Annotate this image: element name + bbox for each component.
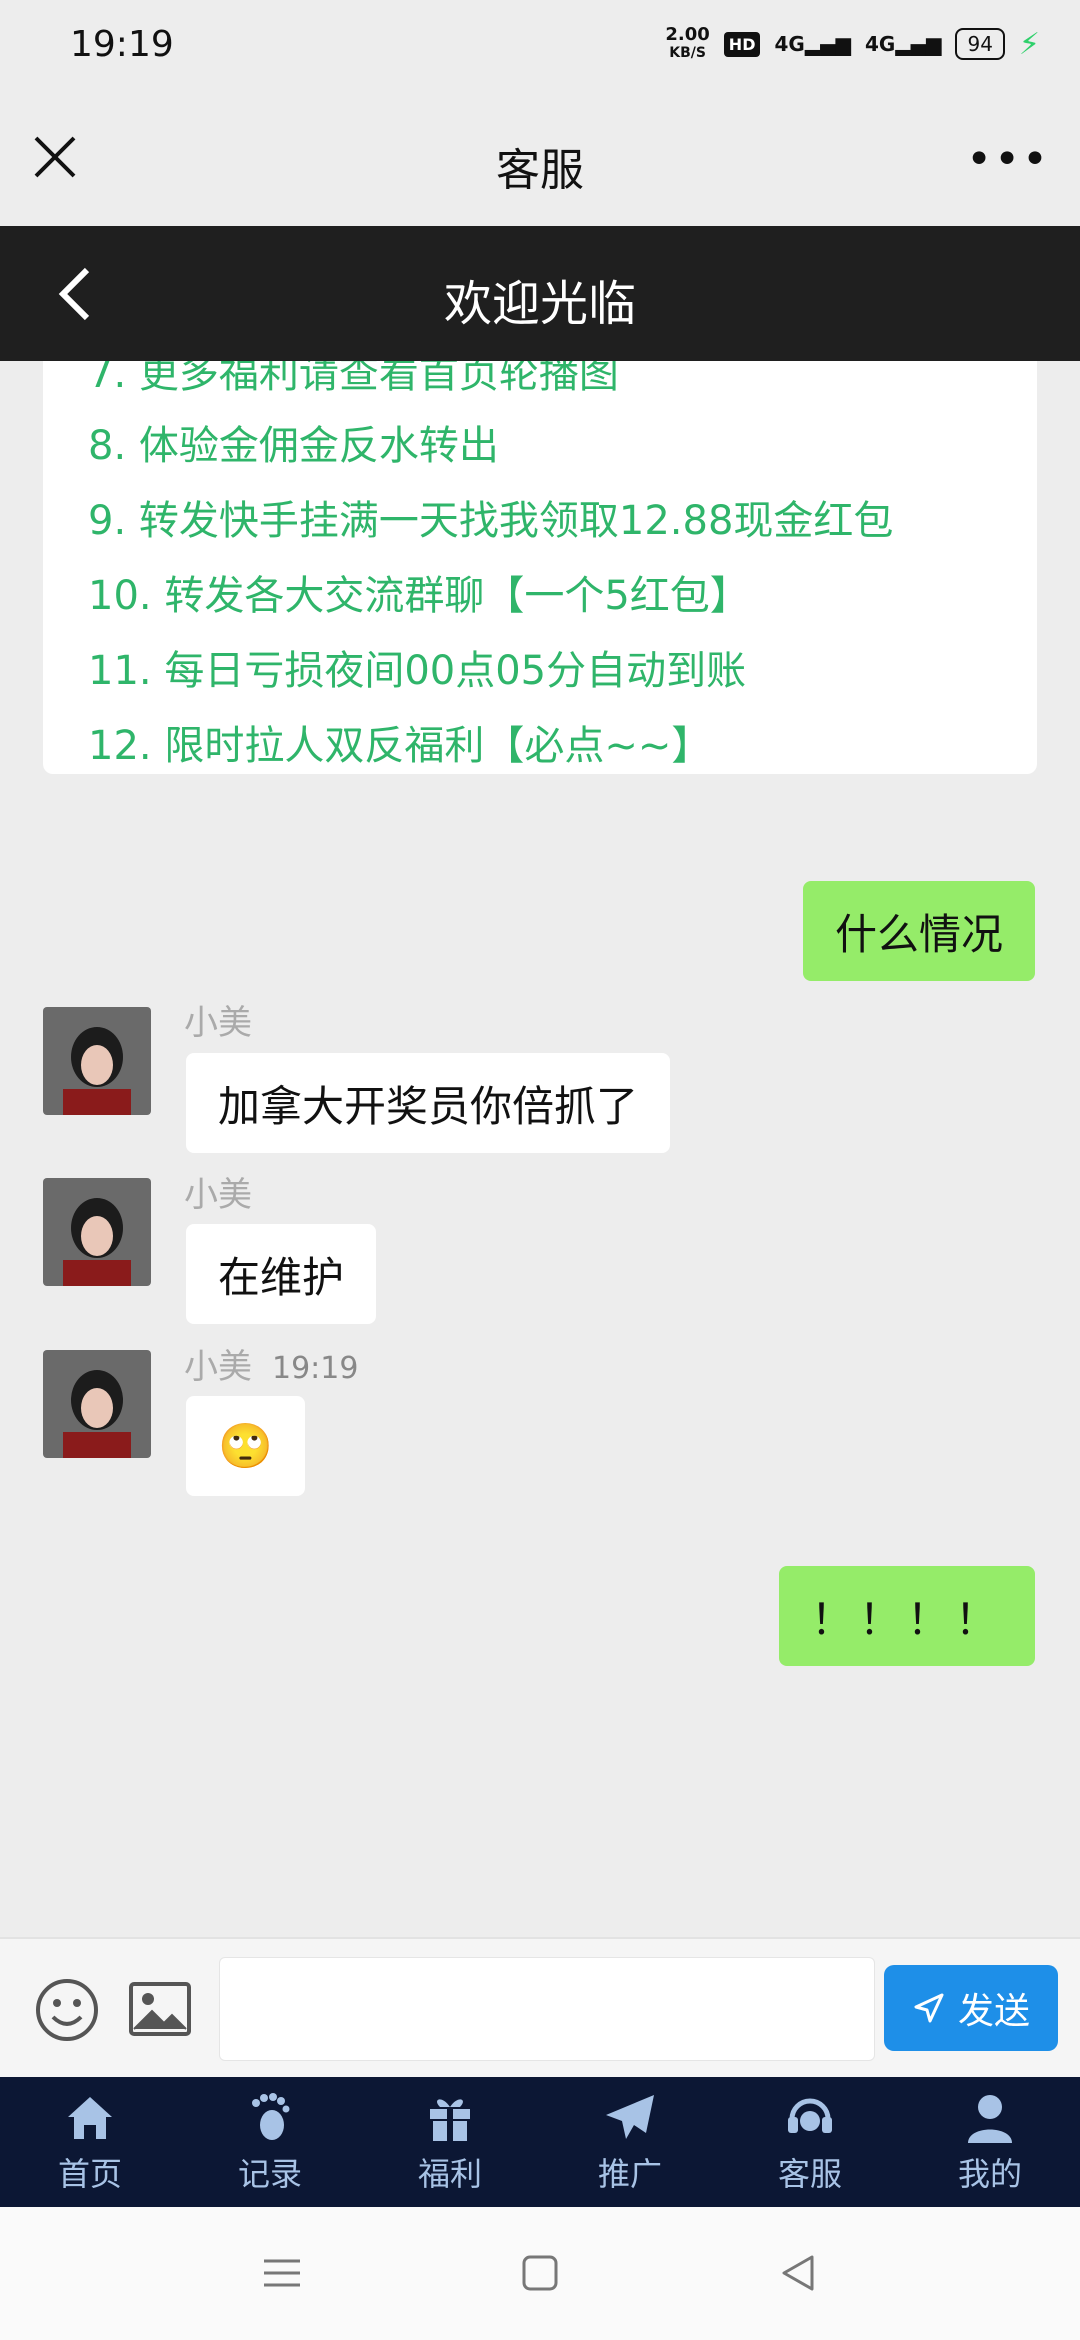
message-bubble-in[interactable]: 🙄 (186, 1396, 305, 1496)
chat-area[interactable]: 7. 更多福利请查看首页轮播图 8. 体验金佣金反水转出 9. 转发快手挂满一天… (0, 361, 1080, 1937)
user-icon (968, 2095, 1012, 2143)
tab-records[interactable]: 记录 (180, 2077, 360, 2207)
notice-item[interactable]: 9. 转发快手挂满一天找我领取12.88现金红包 (88, 488, 893, 546)
headset-icon (788, 2098, 832, 2133)
home-icon (68, 2097, 112, 2139)
hd-icon: HD (723, 31, 761, 57)
chat-header: 欢迎光临 (0, 226, 1080, 361)
sender-name: 小美 19:19 (184, 1347, 359, 1387)
message-bubble-out[interactable]: ！！！！ (778, 1566, 1035, 1666)
battery-icon: 94 (955, 28, 1005, 60)
notice-item[interactable]: 7. 更多福利请查看首页轮播图 (88, 361, 619, 399)
notice-item[interactable]: 11. 每日亏损夜间00点05分自动到账 (88, 638, 746, 696)
top-bar: 客服 ••• (0, 96, 1080, 226)
chat-title: 欢迎光临 (443, 276, 636, 332)
notice-card: 7. 更多福利请查看首页轮播图 8. 体验金佣金反水转出 9. 转发快手挂满一天… (43, 361, 1037, 774)
sender-name: 小美 (184, 1175, 252, 1215)
home-nav-icon[interactable] (518, 2251, 562, 2295)
gift-icon (430, 2099, 470, 2141)
page-title: 客服 (496, 145, 584, 196)
more-icon[interactable]: ••• (966, 138, 1050, 182)
avatar[interactable] (43, 1350, 151, 1458)
notice-item[interactable]: 8. 体验金佣金反水转出 (88, 413, 499, 471)
menu-icon[interactable] (260, 2251, 304, 2295)
send-button[interactable]: 发送 (884, 1965, 1058, 2051)
status-time: 19:19 (70, 24, 174, 65)
system-nav-bar (0, 2207, 1080, 2340)
emoji-icon[interactable] (34, 1977, 100, 2043)
image-icon[interactable] (128, 1981, 192, 2037)
avatar[interactable] (43, 1007, 151, 1115)
tab-bar: 首页 记录 福利 推广 客服 我的 (0, 2077, 1080, 2207)
message-bubble-out[interactable]: 什么情况 (802, 881, 1035, 981)
tab-welfare[interactable]: 福利 (360, 2077, 540, 2207)
notice-item[interactable]: 10. 转发各大交流群聊【一个5红包】 (88, 563, 750, 621)
tab-promote[interactable]: 推广 (540, 2077, 720, 2207)
message-time: 19:19 (272, 1351, 359, 1386)
avatar[interactable] (43, 1178, 151, 1286)
message-input[interactable] (219, 1957, 875, 2061)
paper-plane-icon (606, 2095, 654, 2139)
network-speed: 2.00 KB/S (665, 24, 710, 62)
status-icons: 2.00 KB/S HD 4G▂▄▆ 4G▂▄▆ 94 ⚡ (665, 26, 1040, 62)
send-label: 发送 (957, 1991, 1030, 2032)
tab-home[interactable]: 首页 (0, 2077, 180, 2207)
sender-name: 小美 (184, 1003, 252, 1043)
input-bar: 发送 (0, 1937, 1080, 2079)
signal-icon-1: 4G▂▄▆ (774, 32, 851, 56)
back-nav-icon[interactable] (776, 2251, 820, 2295)
status-bar: 19:19 2.00 KB/S HD 4G▂▄▆ 4G▂▄▆ 94 ⚡ (0, 0, 1080, 96)
signal-icon-2: 4G▂▄▆ (864, 32, 942, 56)
message-bubble-in[interactable]: 加拿大开奖员你倍抓了 (186, 1053, 671, 1153)
notice-item[interactable]: 12. 限时拉人双反福利【必点~~】 (88, 713, 711, 771)
charging-icon: ⚡ (1018, 26, 1040, 62)
tab-service[interactable]: 客服 (720, 2077, 900, 2207)
tab-mine[interactable]: 我的 (900, 2077, 1080, 2207)
send-icon (914, 1993, 944, 2023)
footprint-icon (252, 2093, 290, 2140)
message-bubble-in[interactable]: 在维护 (186, 1224, 377, 1324)
